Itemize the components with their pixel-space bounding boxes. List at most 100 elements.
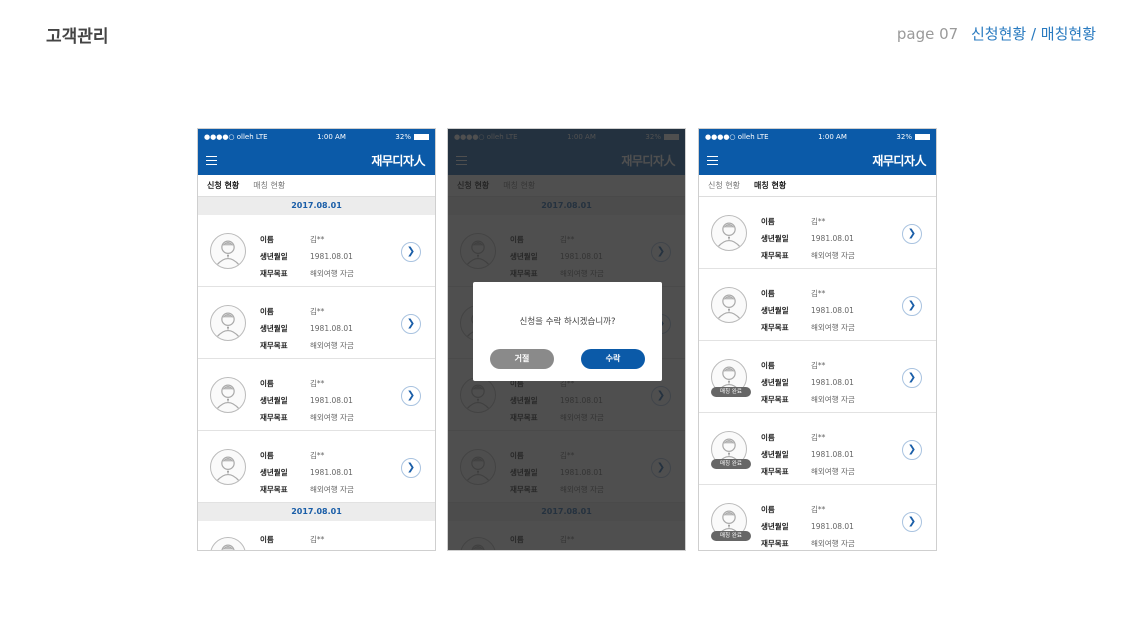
goal-label: 재무목표 xyxy=(761,323,789,332)
date-header: 2017.08.01 xyxy=(198,503,435,521)
battery-icon xyxy=(413,134,429,140)
tab-match[interactable]: 매칭 현황 xyxy=(253,180,285,191)
list-item[interactable]: 매칭 완료 이름 김** 생년월일 1981.08.01 재무목표 해외여행 자금 ❯ xyxy=(699,413,936,485)
chevron-right-icon[interactable]: ❯ xyxy=(401,314,421,334)
battery-icon xyxy=(914,134,930,140)
birth-value: 1981.08.01 xyxy=(310,252,353,261)
birth-value: 1981.08.01 xyxy=(811,450,854,459)
name-label: 이름 xyxy=(761,505,775,514)
list-item[interactable]: 이름 김** 생년월일 1981.08.01 재무목표 해외여행 자금 ❯ xyxy=(198,431,435,503)
dialog-message: 신청을 수락 하시겠습니까? xyxy=(519,317,616,327)
matched-badge: 매칭 완료 xyxy=(711,387,751,397)
avatar-icon xyxy=(210,449,246,485)
goal-label: 재무목표 xyxy=(260,341,288,350)
chevron-right-icon[interactable]: ❯ xyxy=(401,386,421,406)
name-label: 이름 xyxy=(761,361,775,370)
battery-indicator: 32% xyxy=(395,133,429,141)
avatar-icon xyxy=(711,287,747,323)
name-label: 이름 xyxy=(260,307,274,316)
goal-label: 재무목표 xyxy=(260,485,288,494)
chevron-right-icon[interactable]: ❯ xyxy=(401,458,421,478)
name-label: 이름 xyxy=(260,379,274,388)
signal-indicator: ●●●●○ olleh LTE xyxy=(705,133,769,141)
tab-bar: 신청 현황 매칭 현황 xyxy=(198,175,435,197)
list-item[interactable]: 이름 김** 생년월일 1981.08.01 재무목표 해외여행 자금 ❯ xyxy=(699,197,936,269)
date-header: 2017.08.01 xyxy=(198,197,435,215)
status-time: 1:00 AM xyxy=(818,133,847,141)
signal-indicator: ●●●●○ olleh LTE xyxy=(204,133,268,141)
name-value: 김** xyxy=(811,433,826,442)
chevron-right-icon[interactable]: ❯ xyxy=(902,512,922,532)
chevron-right-icon[interactable]: ❯ xyxy=(902,440,922,460)
page-title: 고객관리 xyxy=(46,27,109,47)
name-label: 이름 xyxy=(761,217,775,226)
app-bar: 재무디자人 xyxy=(699,145,936,175)
birth-label: 생년월일 xyxy=(761,306,789,315)
name-value: 김** xyxy=(310,451,325,460)
goal-value: 해외여행 자금 xyxy=(310,413,354,422)
status-time: 1:00 AM xyxy=(317,133,346,141)
page-number: page 07 xyxy=(896,25,959,43)
name-value: 김** xyxy=(310,379,325,388)
goal-value: 해외여행 자금 xyxy=(811,323,855,332)
reject-button[interactable]: 거절 xyxy=(490,349,554,369)
menu-icon[interactable] xyxy=(707,155,718,165)
name-value: 김** xyxy=(310,535,325,544)
app-logo: 재무디자人 xyxy=(371,153,425,168)
goal-value: 해외여행 자금 xyxy=(811,467,855,476)
name-value: 김** xyxy=(310,235,325,244)
menu-icon[interactable] xyxy=(206,155,217,165)
name-value: 김** xyxy=(811,505,826,514)
avatar-icon xyxy=(711,215,747,251)
avatar-icon xyxy=(210,537,246,550)
tab-apply[interactable]: 신청 현황 xyxy=(708,180,740,191)
birth-value: 1981.08.01 xyxy=(811,234,854,243)
tab-match[interactable]: 매칭 현황 xyxy=(754,180,786,191)
name-label: 이름 xyxy=(761,433,775,442)
name-label: 이름 xyxy=(260,535,274,544)
birth-value: 1981.08.01 xyxy=(310,468,353,477)
app-logo: 재무디자人 xyxy=(872,153,926,168)
name-value: 김** xyxy=(310,307,325,316)
birth-label: 생년월일 xyxy=(761,378,789,387)
chevron-right-icon[interactable]: ❯ xyxy=(401,242,421,262)
page-nav: page 07 신청현황 / 매칭현황 xyxy=(897,23,1096,44)
list-item[interactable]: 매칭 완료 이름 김** 생년월일 1981.08.01 재무목표 해외여행 자금 ❯ xyxy=(699,485,936,550)
name-value: 김** xyxy=(811,361,826,370)
chevron-right-icon[interactable]: ❯ xyxy=(902,224,922,244)
name-label: 이름 xyxy=(260,451,274,460)
name-value: 김** xyxy=(811,217,826,226)
goal-label: 재무목표 xyxy=(761,467,789,476)
battery-indicator: 32% xyxy=(896,133,930,141)
list-item[interactable]: 이름 김** 생년월일 1981.08.01 재무목표 해외여행 자금 ❯ xyxy=(198,215,435,287)
list-item[interactable]: 이름 김** 생년월일 1981.08.01 재무목표 해외여행 자금 ❯ xyxy=(699,269,936,341)
accept-button[interactable]: 수락 xyxy=(581,349,645,369)
list-item[interactable]: 매칭 완료 이름 김** 생년월일 1981.08.01 재무목표 해외여행 자금 ❯ xyxy=(699,341,936,413)
app-bar: 재무디자人 xyxy=(198,145,435,175)
phone-match-list: ●●●●○ olleh LTE 1:00 AM 32% 재무디자人 신청 현황 … xyxy=(698,128,937,551)
goal-label: 재무목표 xyxy=(260,413,288,422)
avatar-icon xyxy=(210,377,246,413)
matched-badge: 매칭 완료 xyxy=(711,459,751,469)
avatar-icon xyxy=(210,233,246,269)
tab-apply[interactable]: 신청 현황 xyxy=(207,180,239,191)
goal-value: 해외여행 자금 xyxy=(811,395,855,404)
confirm-dialog: 신청을 수락 하시겠습니까? 거절 수락 xyxy=(473,282,662,381)
birth-label: 생년월일 xyxy=(260,396,288,405)
chevron-right-icon[interactable]: ❯ xyxy=(902,296,922,316)
birth-label: 생년월일 xyxy=(260,324,288,333)
list-item[interactable]: 이름 김** 생년월일 1981.08.01 재무목표 해외여행 자금 ❯ xyxy=(198,287,435,359)
goal-value: 해외여행 자금 xyxy=(811,251,855,260)
birth-value: 1981.08.01 xyxy=(811,378,854,387)
chevron-right-icon[interactable]: ❯ xyxy=(902,368,922,388)
goal-value: 해외여행 자금 xyxy=(310,341,354,350)
goal-value: 해외여행 자금 xyxy=(310,485,354,494)
list-item[interactable]: 이름 김** xyxy=(198,521,435,550)
birth-label: 생년월일 xyxy=(761,522,789,531)
avatar-icon xyxy=(210,305,246,341)
birth-value: 1981.08.01 xyxy=(811,522,854,531)
name-label: 이름 xyxy=(260,235,274,244)
phone-accept-dialog: ●●●●○ olleh LTE 1:00 AM 32% 재무디자人 신청 현황 … xyxy=(447,128,686,551)
status-bar: ●●●●○ olleh LTE 1:00 AM 32% xyxy=(699,129,936,145)
list-item[interactable]: 이름 김** 생년월일 1981.08.01 재무목표 해외여행 자금 ❯ xyxy=(198,359,435,431)
